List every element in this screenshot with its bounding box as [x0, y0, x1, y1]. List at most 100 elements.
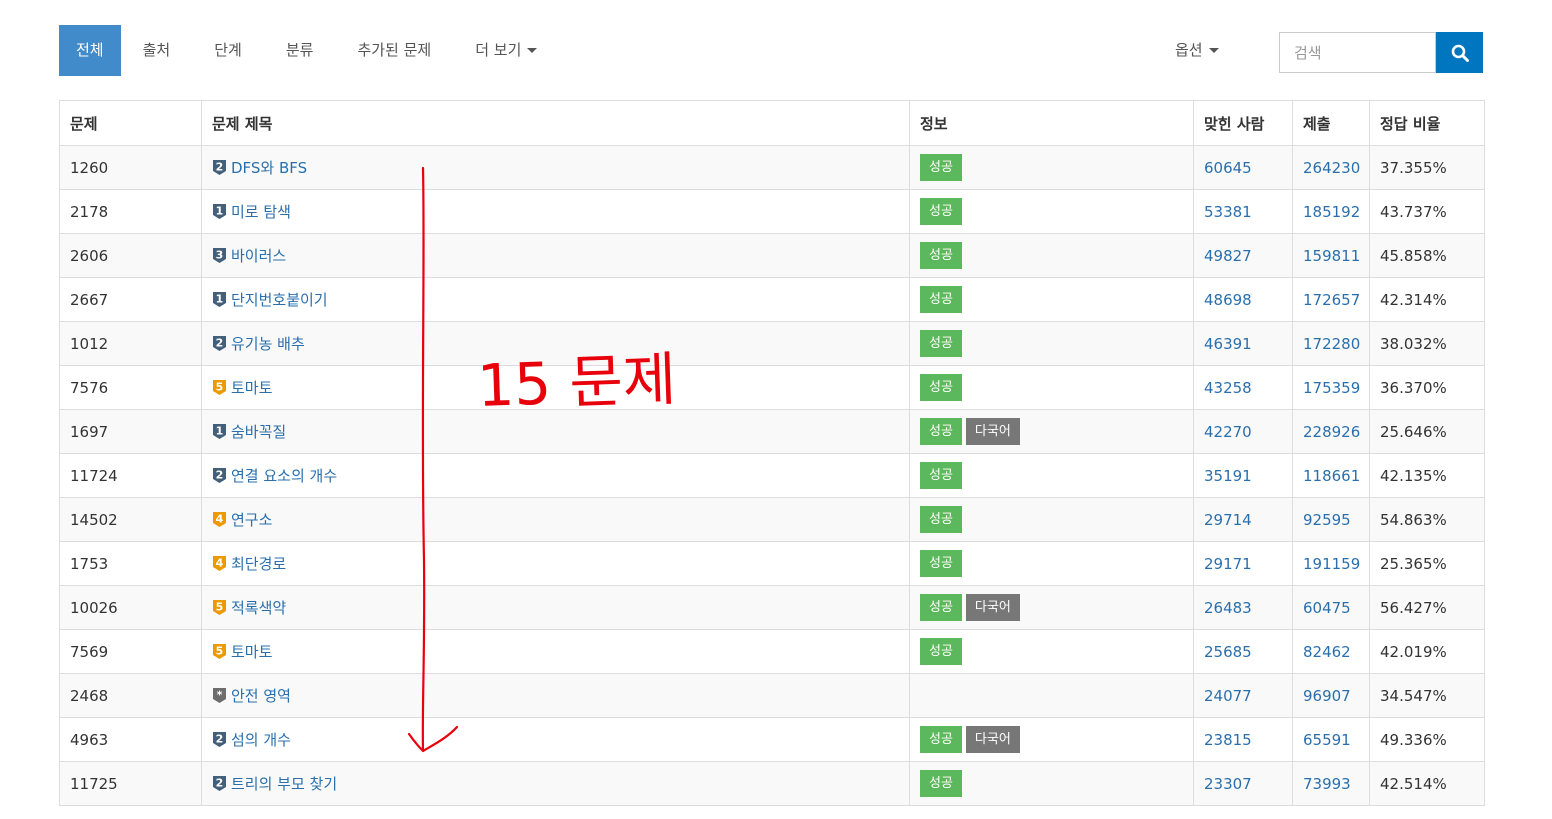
problem-title-link[interactable]: 연구소: [231, 511, 272, 529]
success-badge[interactable]: 성공: [920, 198, 962, 225]
column-header[interactable]: 정답 비율: [1369, 100, 1485, 146]
column-header[interactable]: 문제: [59, 100, 202, 146]
multilingual-badge[interactable]: 다국어: [965, 418, 1020, 445]
problem-title-link[interactable]: 트리의 부모 찾기: [231, 775, 337, 793]
success-badge[interactable]: 성공: [920, 462, 962, 489]
submission-count-link[interactable]: 96907: [1303, 687, 1351, 705]
submission-count-link[interactable]: 60475: [1303, 599, 1351, 617]
column-header[interactable]: 맞힌 사람: [1193, 100, 1293, 146]
solved-count-link[interactable]: 53381: [1204, 203, 1252, 221]
problem-id: 1753: [59, 541, 202, 586]
search-button[interactable]: [1436, 32, 1483, 73]
success-badge[interactable]: 성공: [920, 154, 962, 181]
nav-item-label: 분류: [285, 41, 314, 59]
nav-item-2[interactable]: 단계: [192, 25, 264, 76]
solved-count-link[interactable]: 35191: [1204, 467, 1252, 485]
problem-title-link[interactable]: DFS와 BFS: [231, 159, 307, 177]
solved-count-cell: 49827: [1193, 233, 1293, 278]
problem-title-link[interactable]: 단지번호붙이기: [231, 291, 328, 309]
submission-count-link[interactable]: 264230: [1303, 159, 1360, 177]
problem-title-link[interactable]: 적록색약: [231, 599, 286, 617]
solved-count-link[interactable]: 29714: [1204, 511, 1252, 529]
success-badge[interactable]: 성공: [920, 330, 962, 357]
submission-count-link[interactable]: 172280: [1303, 335, 1360, 353]
submission-count-link[interactable]: 172657: [1303, 291, 1360, 309]
problem-title-link[interactable]: 토마토: [231, 379, 272, 397]
tier-badge-icon: 1: [213, 203, 226, 219]
submission-count-cell: 65591: [1292, 717, 1370, 762]
submission-count-link[interactable]: 159811: [1303, 247, 1360, 265]
tier-badge-icon: 2: [213, 335, 226, 351]
problem-title-link[interactable]: 바이러스: [231, 247, 286, 265]
solved-count-link[interactable]: 42270: [1204, 423, 1252, 441]
solved-count-link[interactable]: 23307: [1204, 775, 1252, 793]
problem-title-cell: 4 최단경로: [201, 541, 910, 586]
column-header[interactable]: 정보: [909, 100, 1194, 146]
nav-item-1[interactable]: 출처: [121, 25, 193, 76]
success-badge[interactable]: 성공: [920, 638, 962, 665]
solved-count-link[interactable]: 48698: [1204, 291, 1252, 309]
problem-id: 7569: [59, 629, 202, 674]
solved-count-link[interactable]: 29171: [1204, 555, 1252, 573]
problem-title-link[interactable]: 최단경로: [231, 555, 286, 573]
problem-title-link[interactable]: 안전 영역: [231, 687, 291, 705]
problem-title-link[interactable]: 유기농 배추: [231, 335, 305, 353]
nav-item-all[interactable]: 전체: [59, 25, 121, 76]
tier-level: 2: [216, 468, 224, 481]
success-badge[interactable]: 성공: [920, 286, 962, 313]
multilingual-badge[interactable]: 다국어: [965, 594, 1020, 621]
column-header[interactable]: 제출: [1292, 100, 1370, 146]
nav-item-5[interactable]: 더 보기: [453, 25, 559, 76]
solved-count-link[interactable]: 60645: [1204, 159, 1252, 177]
submission-count-link[interactable]: 175359: [1303, 379, 1360, 397]
solved-count-link[interactable]: 43258: [1204, 379, 1252, 397]
multilingual-badge[interactable]: 다국어: [965, 726, 1020, 753]
solved-count-cell: 35191: [1193, 453, 1293, 498]
problem-title-link[interactable]: 미로 탐색: [231, 203, 291, 221]
tier-level: 1: [216, 424, 224, 437]
problem-title-link[interactable]: 연결 요소의 개수: [231, 467, 337, 485]
accuracy-ratio: 45.858%: [1369, 233, 1485, 278]
problem-title-cell: 2 연결 요소의 개수: [201, 453, 910, 498]
problem-title-link[interactable]: 숨바꼭질: [231, 423, 286, 441]
options-dropdown[interactable]: 옵션: [1175, 25, 1219, 76]
table-row: 11724 2 연결 요소의 개수 성공 35191 118661 42.135%: [59, 453, 1485, 498]
problem-title-link[interactable]: 토마토: [231, 643, 272, 661]
success-badge[interactable]: 성공: [920, 550, 962, 577]
submission-count-link[interactable]: 73993: [1303, 775, 1351, 793]
success-badge[interactable]: 성공: [920, 770, 962, 797]
accuracy-ratio: 42.135%: [1369, 453, 1485, 498]
success-badge[interactable]: 성공: [920, 418, 962, 445]
solved-count-link[interactable]: 23815: [1204, 731, 1252, 749]
problem-info-cell: 성공: [909, 365, 1194, 410]
solved-count-cell: 23307: [1193, 761, 1293, 806]
submission-count-cell: 175359: [1292, 365, 1370, 410]
submission-count-link[interactable]: 191159: [1303, 555, 1360, 573]
submission-count-link[interactable]: 185192: [1303, 203, 1360, 221]
success-badge[interactable]: 성공: [920, 374, 962, 401]
submission-count-link[interactable]: 82462: [1303, 643, 1351, 661]
accuracy-ratio: 36.370%: [1369, 365, 1485, 410]
problem-title-link[interactable]: 섬의 개수: [231, 731, 291, 749]
submission-count-link[interactable]: 228926: [1303, 423, 1360, 441]
success-badge[interactable]: 성공: [920, 242, 962, 269]
success-badge[interactable]: 성공: [920, 594, 962, 621]
solved-count-link[interactable]: 24077: [1204, 687, 1252, 705]
submission-count-link[interactable]: 65591: [1303, 731, 1351, 749]
problem-id: 2178: [59, 189, 202, 234]
problem-info-cell: [909, 673, 1194, 718]
success-badge[interactable]: 성공: [920, 726, 962, 753]
solved-count-cell: 24077: [1193, 673, 1293, 718]
category-nav: 전체 출처 단계 분류 추가된 문제 더 보기: [59, 25, 559, 76]
success-badge[interactable]: 성공: [920, 506, 962, 533]
nav-item-3[interactable]: 분류: [264, 25, 336, 76]
submission-count-link[interactable]: 118661: [1303, 467, 1360, 485]
solved-count-link[interactable]: 49827: [1204, 247, 1252, 265]
submission-count-link[interactable]: 92595: [1303, 511, 1351, 529]
search-input[interactable]: [1279, 32, 1436, 73]
solved-count-link[interactable]: 46391: [1204, 335, 1252, 353]
solved-count-link[interactable]: 25685: [1204, 643, 1252, 661]
nav-item-4[interactable]: 추가된 문제: [335, 25, 453, 76]
solved-count-link[interactable]: 26483: [1204, 599, 1252, 617]
column-header[interactable]: 문제 제목: [201, 100, 910, 146]
